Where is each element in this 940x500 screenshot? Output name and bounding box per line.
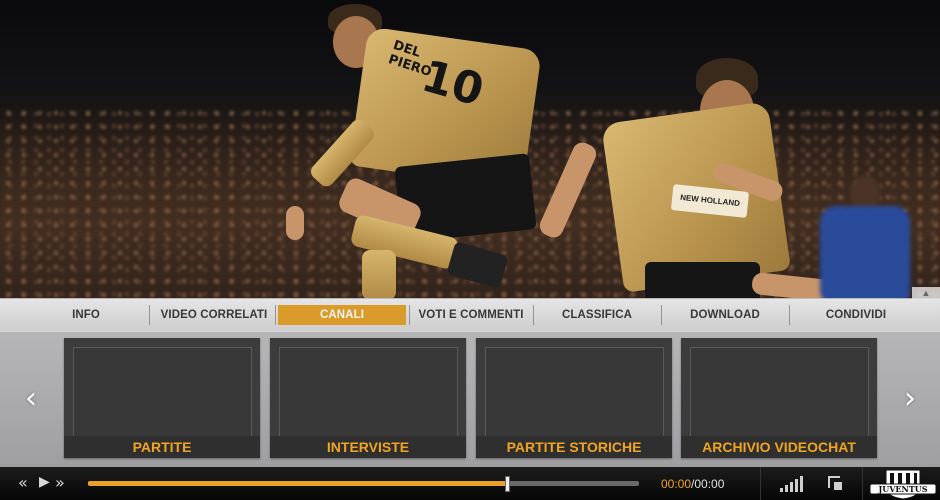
tab-separator xyxy=(533,305,534,325)
player-controls: « ▶ » 00:00/00:00 JUVENTUS xyxy=(0,467,940,500)
tab-voti-e-commenti[interactable]: VOTI E COMMENTI xyxy=(412,305,530,325)
progress-handle[interactable] xyxy=(504,476,510,492)
rewind-icon[interactable]: « xyxy=(18,473,28,492)
divider xyxy=(862,467,863,500)
channel-title: ARCHIVIO VIDEOCHAT xyxy=(681,436,877,458)
divider xyxy=(760,467,761,500)
chevron-left-icon[interactable]: ‹ xyxy=(16,379,46,419)
collapse-arrow-icon[interactable]: ▲ xyxy=(912,287,940,299)
channel-thumbnail xyxy=(690,347,869,437)
tab-download[interactable]: DOWNLOAD xyxy=(664,305,786,325)
tab-info[interactable]: INFO xyxy=(40,305,132,325)
channel-card-archivio-videochat[interactable]: ARCHIVIO VIDEOCHAT xyxy=(681,338,877,458)
channel-title: INTERVISTE xyxy=(270,436,466,458)
channel-thumbnail xyxy=(279,347,458,437)
play-icon[interactable]: ▶ xyxy=(39,474,50,490)
tab-classifica[interactable]: CLASSIFICA xyxy=(536,305,658,325)
channel-title: PARTITE xyxy=(64,436,260,458)
channel-card-interviste[interactable]: INTERVISTE xyxy=(270,338,466,458)
tab-condividi[interactable]: CONDIVIDI xyxy=(792,305,920,325)
progress-bar[interactable] xyxy=(88,476,639,492)
tab-canali[interactable]: CANALI xyxy=(278,305,406,325)
time-display: 00:00/00:00 xyxy=(661,477,724,491)
hero-video-frame[interactable]: DEL PIERO 10 NEW HOLLAND xyxy=(0,0,940,300)
channels-panel: ‹ PARTITE INTERVISTE PARTITE STORICHE AR… xyxy=(0,331,940,467)
channel-card-partite-storiche[interactable]: PARTITE STORICHE xyxy=(476,338,672,458)
logo-text: JUVENTUS xyxy=(877,484,927,494)
channel-card-partite[interactable]: PARTITE xyxy=(64,338,260,458)
tab-separator xyxy=(789,305,790,325)
volume-icon[interactable] xyxy=(780,476,810,492)
current-time: 00:00 xyxy=(661,477,692,491)
juventus-logo: JUVENTUS xyxy=(869,469,937,500)
tab-video-correlati[interactable]: VIDEO CORRELATI xyxy=(152,305,276,325)
progress-fill xyxy=(88,481,507,486)
fast-forward-icon[interactable]: » xyxy=(55,473,65,492)
channel-thumbnail xyxy=(485,347,664,437)
channel-title: PARTITE STORICHE xyxy=(476,436,672,458)
tab-separator xyxy=(275,305,276,325)
tab-separator xyxy=(661,305,662,325)
fullscreen-icon[interactable] xyxy=(828,476,842,490)
total-time: 00:00 xyxy=(694,477,725,491)
tab-separator xyxy=(409,305,410,325)
channel-thumbnail xyxy=(73,347,252,437)
tab-bar: ▲ INFO VIDEO CORRELATI CANALI VOTI E COM… xyxy=(0,287,940,332)
chevron-right-icon[interactable]: › xyxy=(895,379,925,419)
tab-separator xyxy=(149,305,150,325)
